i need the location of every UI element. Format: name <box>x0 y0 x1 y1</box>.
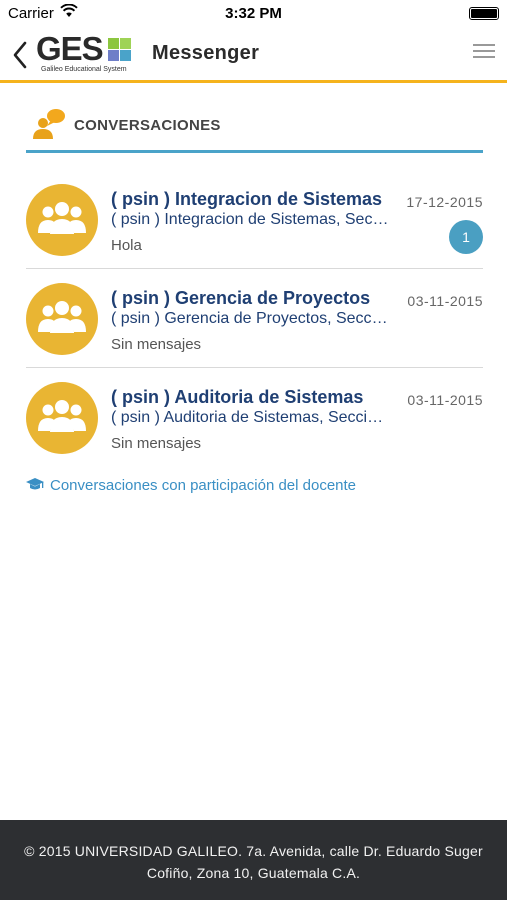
conversation-item[interactable]: ( psin ) Integracion de Sistemas ( psin … <box>26 170 483 269</box>
footer-text: © 2015 UNIVERSIDAD GALILEO. 7a. Avenida,… <box>0 840 507 884</box>
group-icon <box>38 202 86 234</box>
conversation-date: 03-11-2015 <box>407 293 483 309</box>
conversation-date: 03-11-2015 <box>407 392 483 408</box>
conversations-header: CONVERSACIONES <box>26 104 483 154</box>
group-avatar <box>26 283 98 355</box>
footer-line-1: © 2015 UNIVERSIDAD GALILEO. 7a. Avenida,… <box>24 843 483 859</box>
conversation-item[interactable]: ( psin ) Auditoria de Sistemas ( psin ) … <box>26 368 483 467</box>
logo-text: GES <box>36 30 104 67</box>
group-icon <box>38 301 86 333</box>
group-avatar <box>26 184 98 256</box>
battery-icon <box>469 7 499 20</box>
menu-icon[interactable] <box>473 44 495 60</box>
conversation-list: ( psin ) Integracion de Sistemas ( psin … <box>26 170 483 467</box>
ges-logo: GES Galileo Educational System <box>36 30 132 76</box>
conversation-last-message: Sin mensajes <box>111 435 202 452</box>
unread-badge: 1 <box>449 220 483 254</box>
group-icon <box>38 400 86 432</box>
section-divider <box>26 150 483 153</box>
footer-line-2: Cofiño, Zona 10, Guatemala C.A. <box>146 865 361 881</box>
conversation-title: ( psin ) Auditoria de Sistemas <box>111 387 364 407</box>
chat-user-icon <box>33 109 65 139</box>
nav-divider <box>0 80 507 83</box>
conversation-date: 17-12-2015 <box>406 194 483 210</box>
group-avatar <box>26 382 98 454</box>
clock-label: 3:32 PM <box>225 5 282 22</box>
conversation-item[interactable]: ( psin ) Gerencia de Proyectos ( psin ) … <box>26 269 483 368</box>
conversation-subtitle: ( psin ) Auditoria de Sistemas, Seccion … <box>111 409 391 426</box>
conversation-subtitle: ( psin ) Integracion de Sistemas, Seccio… <box>111 211 391 228</box>
nav-bar: GES Galileo Educational System Messenger <box>0 28 507 80</box>
graduation-cap-icon <box>26 478 44 490</box>
back-icon[interactable] <box>10 40 32 70</box>
footer: © 2015 UNIVERSIDAD GALILEO. 7a. Avenida,… <box>0 820 507 900</box>
section-title: CONVERSACIONES <box>74 117 221 134</box>
logo-subtitle: Galileo Educational System <box>41 66 127 73</box>
page-title: Messenger <box>152 42 260 64</box>
teacher-link-label: Conversaciones con participación del doc… <box>50 477 357 494</box>
conversation-title: ( psin ) Gerencia de Proyectos <box>111 288 371 308</box>
conversation-subtitle: ( psin ) Gerencia de Proyectos, Seccion … <box>111 310 391 327</box>
conversation-last-message: Hola <box>111 237 142 254</box>
status-bar: Carrier 3:32 PM <box>0 0 507 28</box>
conversation-title: ( psin ) Integracion de Sistemas <box>111 189 383 209</box>
conversation-last-message: Sin mensajes <box>111 336 202 353</box>
